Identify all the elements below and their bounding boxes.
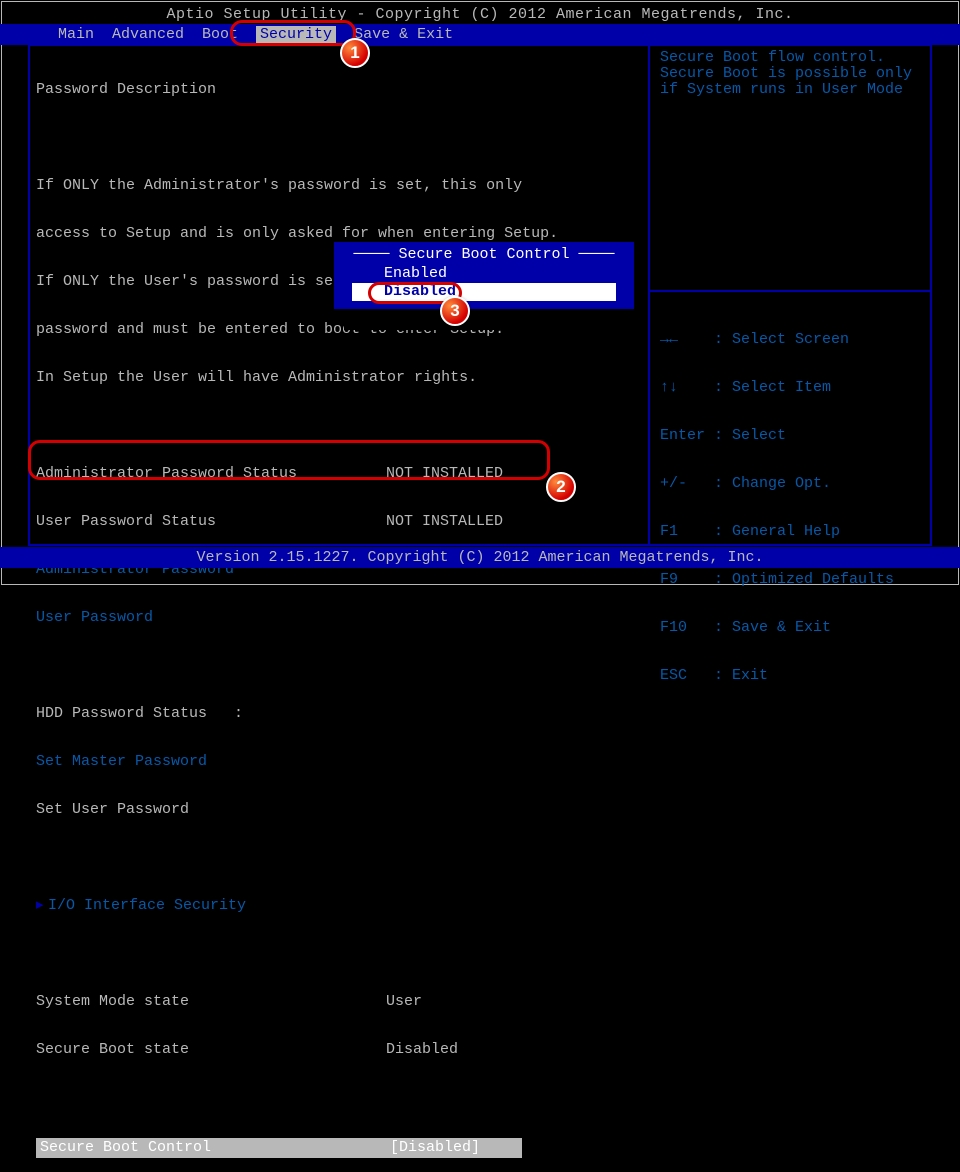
popup-option-disabled[interactable]: Disabled (352, 283, 616, 301)
title-bar: Aptio Setup Utility - Copyright (C) 2012… (0, 6, 960, 23)
desc-line: In Setup the User will have Administrato… (36, 370, 640, 386)
system-mode-state: System Mode state User (36, 994, 640, 1010)
user-pw-status: User Password Status NOT INSTALLED (36, 514, 640, 530)
submenu-arrow-icon: ▸ (36, 898, 48, 914)
secure-boot-state: Secure Boot state Disabled (36, 1042, 640, 1058)
tab-main[interactable]: Main (58, 26, 94, 43)
menu-bar: Main Advanced Boot Security Save & Exit (0, 24, 960, 45)
help-text: Secure Boot flow control. Secure Boot is… (660, 50, 930, 98)
set-master-password-item[interactable]: Set Master Password (36, 754, 640, 770)
footer: Version 2.15.1227. Copyright (C) 2012 Am… (0, 547, 960, 568)
tab-boot[interactable]: Boot (202, 26, 238, 43)
key-help: →←: Select Screen ↑↓: Select Item Enter:… (660, 300, 894, 700)
popup-title: Secure Boot Control (342, 246, 626, 263)
user-password-item[interactable]: User Password (36, 610, 640, 626)
secure-boot-control-item[interactable]: Secure Boot Control [Disabled] (36, 1138, 522, 1158)
secure-boot-control-popup: Secure Boot Control Enabled Disabled (334, 242, 634, 309)
help-panel: Secure Boot flow control. Secure Boot is… (660, 50, 930, 98)
set-user-password-item[interactable]: Set User Password (36, 802, 640, 818)
desc-line: access to Setup and is only asked for wh… (36, 226, 640, 242)
popup-option-enabled[interactable]: Enabled (342, 265, 626, 283)
main-panel: Password Description If ONLY the Adminis… (36, 50, 640, 1172)
tab-save-exit[interactable]: Save & Exit (354, 26, 453, 43)
password-description-heading: Password Description (36, 82, 640, 98)
admin-pw-status: Administrator Password Status NOT INSTAL… (36, 466, 640, 482)
io-interface-security-item[interactable]: ▸ I/O Interface Security (36, 898, 640, 914)
hdd-pw-status: HDD Password Status : (36, 706, 640, 722)
tab-advanced[interactable]: Advanced (112, 26, 184, 43)
vertical-separator (648, 44, 650, 546)
horizontal-separator (650, 290, 932, 292)
desc-line: If ONLY the Administrator's password is … (36, 178, 640, 194)
tab-security[interactable]: Security (256, 26, 336, 43)
